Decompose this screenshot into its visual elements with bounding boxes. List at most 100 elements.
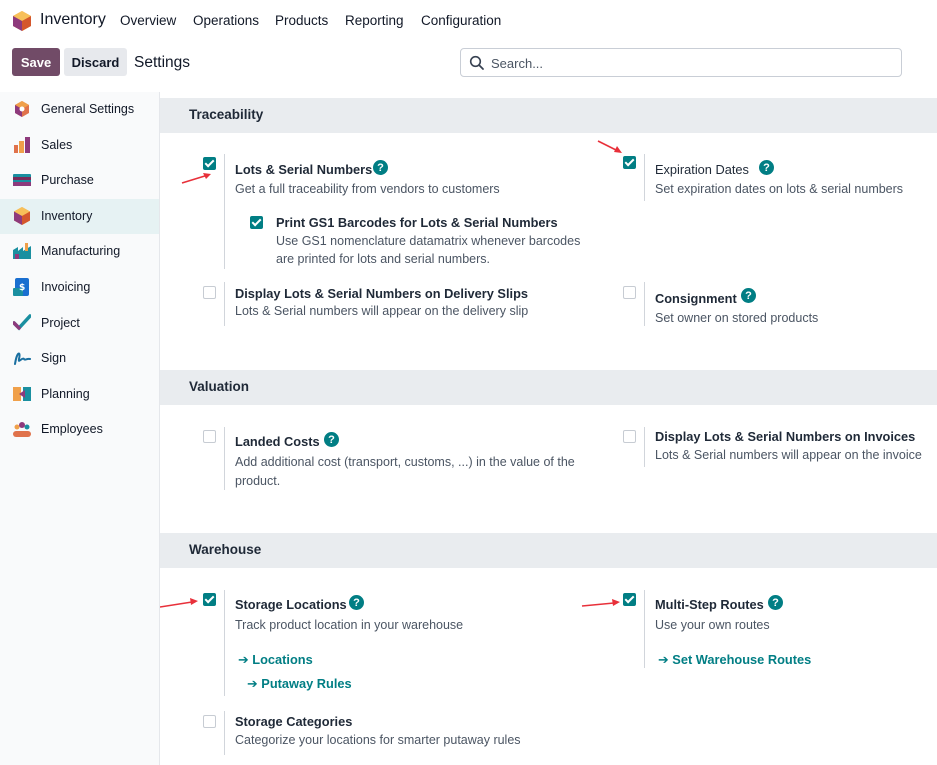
- annotation-arrow-icon: [181, 173, 211, 184]
- divider: [644, 154, 645, 201]
- landed-costs-checkbox[interactable]: [203, 430, 216, 443]
- sidebar-item-label: Inventory: [41, 209, 93, 223]
- putaway-rules-link[interactable]: ➔ Putaway Rules: [247, 676, 352, 692]
- manufacturing-icon: [13, 243, 31, 259]
- svg-text:$: $: [19, 283, 25, 293]
- section-title: Valuation: [189, 379, 250, 394]
- sidebar-item-label: Purchase: [41, 173, 94, 187]
- sidebar-item-invoicing[interactable]: $ Invoicing: [0, 270, 159, 305]
- delivery-slips-desc: Lots & Serial numbers will appear on the…: [235, 304, 529, 318]
- lots-serial-checkbox[interactable]: [203, 157, 216, 170]
- purchase-icon: [13, 174, 31, 186]
- menu-overview[interactable]: Overview: [120, 13, 176, 28]
- sidebar-item-sales[interactable]: Sales: [0, 128, 159, 163]
- help-icon[interactable]: ?: [349, 595, 364, 610]
- divider: [224, 590, 225, 696]
- link-label: Set Warehouse Routes: [672, 652, 812, 667]
- landed-costs-desc: product.: [235, 474, 281, 488]
- section-header-warehouse: Warehouse: [160, 533, 937, 568]
- annotation-arrow-icon: [597, 140, 622, 153]
- multi-step-routes-title: Multi-Step Routes: [655, 597, 764, 612]
- sidebar-item-manufacturing[interactable]: Manufacturing: [0, 234, 159, 269]
- delivery-slips-checkbox[interactable]: [203, 286, 216, 299]
- divider: [224, 427, 225, 490]
- divider: [224, 154, 225, 269]
- breadcrumb: Settings: [134, 54, 191, 71]
- sign-icon: [14, 352, 31, 365]
- divider: [224, 711, 225, 755]
- consignment-checkbox[interactable]: [623, 286, 636, 299]
- menu-reporting[interactable]: Reporting: [345, 13, 404, 28]
- help-icon[interactable]: ?: [373, 160, 388, 175]
- set-warehouse-routes-link[interactable]: ➔ Set Warehouse Routes: [658, 652, 811, 668]
- locations-link[interactable]: ➔ Locations: [238, 652, 313, 668]
- section-title: Warehouse: [189, 542, 262, 557]
- divider: [644, 427, 645, 467]
- search-box[interactable]: [460, 48, 902, 77]
- sidebar-item-planning[interactable]: Planning: [0, 377, 159, 412]
- top-navbar: Inventory Overview Operations Products R…: [0, 0, 937, 42]
- sidebar-item-inventory[interactable]: Inventory: [0, 199, 159, 234]
- gs1-barcodes-checkbox[interactable]: [250, 216, 263, 229]
- sidebar-item-sign[interactable]: Sign: [0, 341, 159, 376]
- gs1-barcodes-desc: are printed for lots and serial numbers.: [276, 252, 490, 266]
- app-title[interactable]: Inventory: [40, 11, 106, 29]
- menu-operations[interactable]: Operations: [193, 13, 259, 28]
- divider: [644, 282, 645, 326]
- invoices-lots-checkbox[interactable]: [623, 430, 636, 443]
- search-icon: [469, 55, 484, 70]
- inventory-app-icon[interactable]: [13, 11, 31, 31]
- multi-step-routes-desc: Use your own routes: [655, 618, 770, 632]
- sidebar-item-employees[interactable]: Employees: [0, 412, 159, 447]
- sidebar-item-label: Project: [41, 316, 80, 330]
- discard-button[interactable]: Discard: [64, 48, 127, 76]
- sidebar-item-label: Sign: [41, 351, 67, 365]
- planning-icon: [13, 387, 31, 401]
- help-icon[interactable]: ?: [768, 595, 783, 610]
- employees-icon: [13, 422, 31, 437]
- control-panel: Save Discard Settings: [0, 42, 937, 93]
- sidebar-item-project[interactable]: Project: [0, 306, 159, 341]
- sidebar-item-label: Manufacturing: [41, 244, 121, 258]
- storage-categories-checkbox[interactable]: [203, 715, 216, 728]
- save-button[interactable]: Save: [12, 48, 60, 76]
- help-icon[interactable]: ?: [324, 432, 339, 447]
- menu-configuration[interactable]: Configuration: [421, 13, 501, 28]
- arrow-right-icon: ➔: [238, 652, 249, 667]
- sidebar-item-label: Employees: [41, 422, 103, 436]
- annotation-arrow-icon: [581, 599, 620, 607]
- link-label: Putaway Rules: [261, 676, 352, 691]
- storage-locations-desc: Track product location in your warehouse: [235, 618, 464, 632]
- settings-content: Traceability Lots & Serial Numbers ? Get…: [160, 92, 937, 765]
- section-header-traceability: Traceability: [160, 98, 937, 133]
- landed-costs-desc: Add additional cost (transport, customs,…: [235, 455, 575, 469]
- expiration-dates-title: Expiration Dates: [655, 162, 749, 177]
- sidebar-item-label: Sales: [41, 138, 73, 152]
- help-icon[interactable]: ?: [741, 288, 756, 303]
- lots-serial-title: Lots & Serial Numbers: [235, 162, 373, 177]
- section-header-valuation: Valuation: [160, 370, 937, 405]
- invoices-lots-title: Display Lots & Serial Numbers on Invoice…: [655, 429, 916, 444]
- gs1-barcodes-title: Print GS1 Barcodes for Lots & Serial Num…: [276, 215, 558, 230]
- divider: [224, 282, 225, 326]
- expiration-dates-desc: Set expiration dates on lots & serial nu…: [655, 182, 904, 196]
- sales-icon: [14, 137, 30, 153]
- help-icon[interactable]: ?: [759, 160, 774, 175]
- multi-step-routes-checkbox[interactable]: [623, 593, 636, 606]
- arrow-right-icon: ➔: [658, 652, 669, 667]
- consignment-desc: Set owner on stored products: [655, 311, 819, 325]
- storage-locations-checkbox[interactable]: [203, 593, 216, 606]
- general-settings-icon: [15, 101, 29, 117]
- divider: [644, 590, 645, 668]
- invoices-lots-desc: Lots & Serial numbers will appear on the…: [655, 448, 922, 462]
- sidebar-item-general-settings[interactable]: General Settings: [0, 92, 159, 127]
- sidebar-item-label: Planning: [41, 387, 90, 401]
- landed-costs-title: Landed Costs: [235, 434, 320, 449]
- delivery-slips-title: Display Lots & Serial Numbers on Deliver…: [235, 286, 529, 301]
- sidebar-item-purchase[interactable]: Purchase: [0, 163, 159, 198]
- storage-categories-desc: Categorize your locations for smarter pu…: [235, 733, 521, 747]
- search-input[interactable]: [489, 53, 893, 73]
- menu-products[interactable]: Products: [275, 13, 328, 28]
- consignment-title: Consignment: [655, 291, 737, 306]
- section-title: Traceability: [189, 107, 264, 122]
